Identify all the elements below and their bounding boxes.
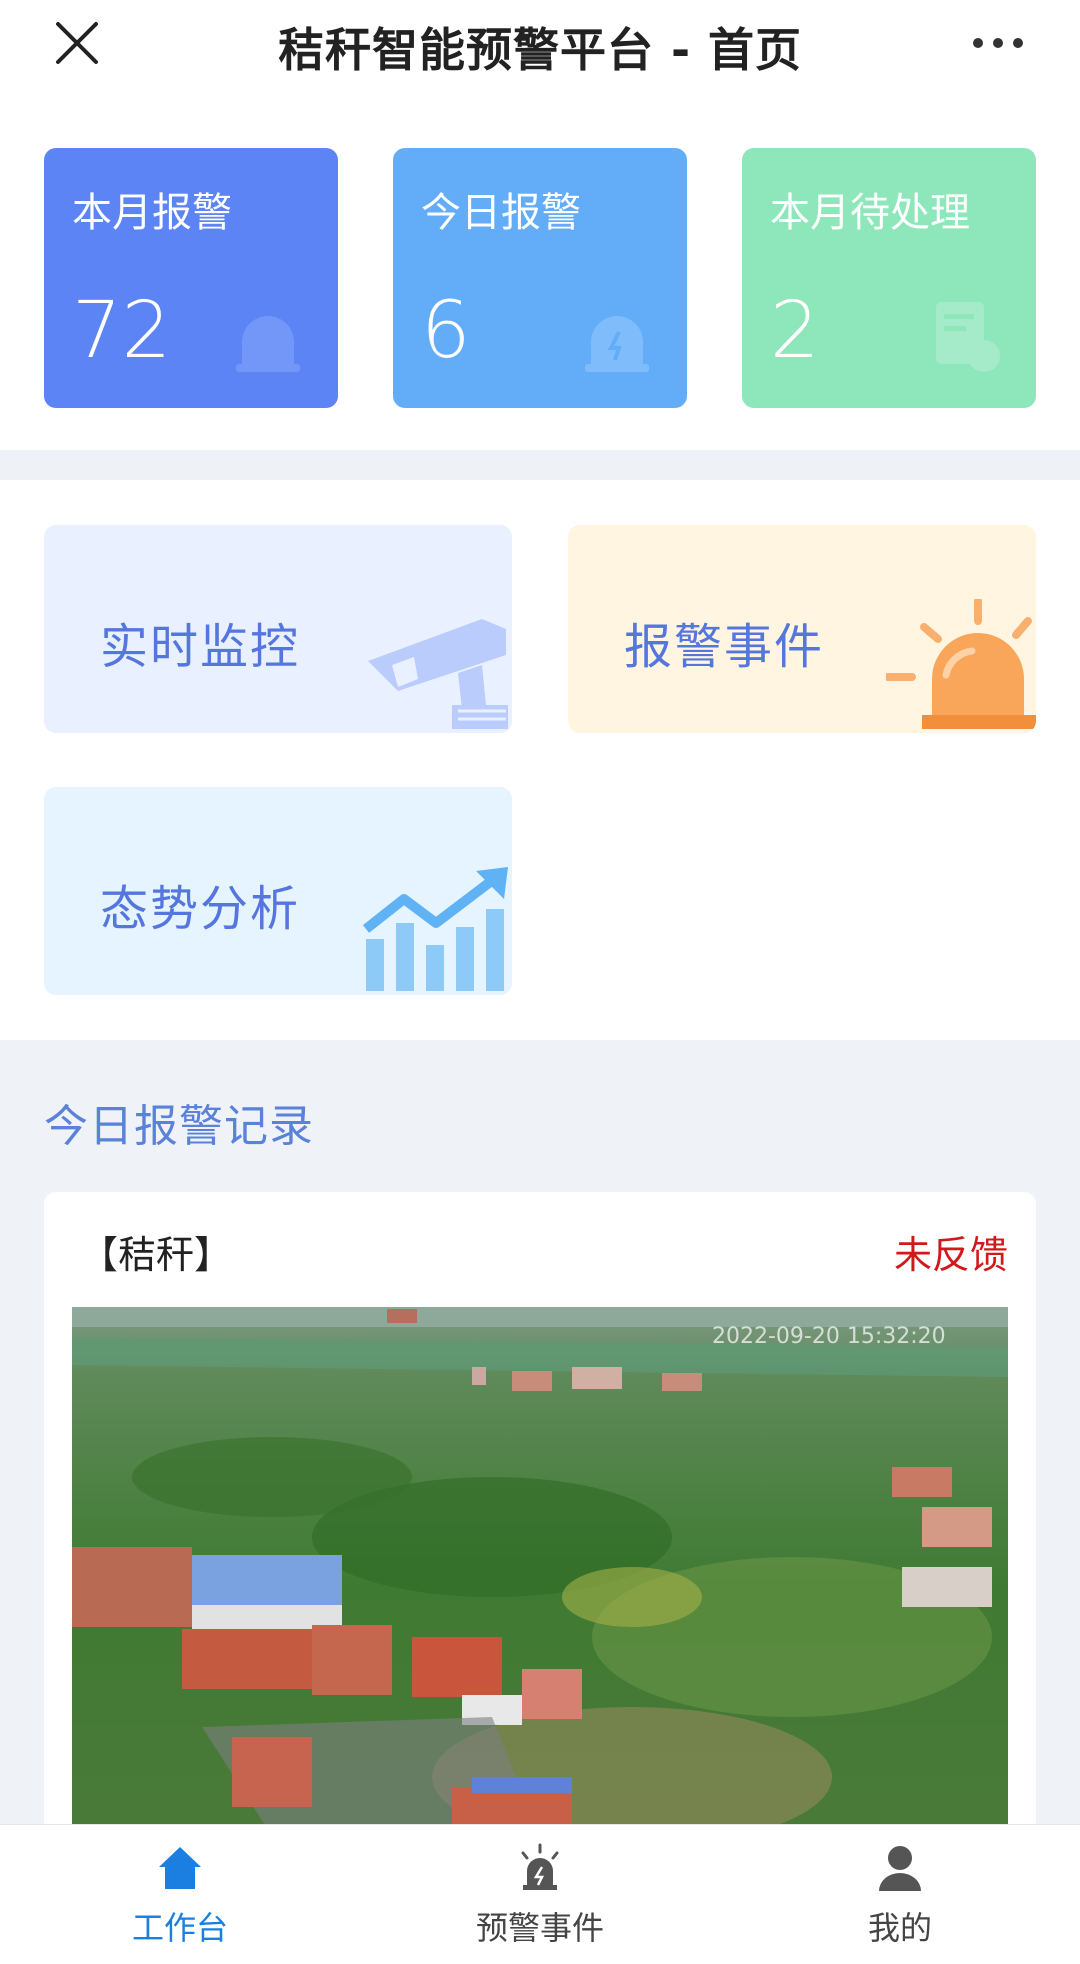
home-icon bbox=[155, 1843, 205, 1893]
stat-card-month-pending[interactable]: 本月待处理 2 bbox=[742, 148, 1036, 408]
section-title: 今日报警记录 bbox=[44, 1101, 314, 1152]
tab-workbench[interactable]: 工作台 bbox=[0, 1825, 360, 1964]
stat-value: 6 bbox=[421, 286, 471, 376]
alarm-records-section: 今日报警记录 【秸秆】 未反馈 2022-09-20 15:32:20 bbox=[0, 1040, 1080, 1824]
record-tag: 【秸秆】 bbox=[80, 1233, 233, 1277]
tile-label: 报警事件 bbox=[624, 619, 825, 675]
tab-label: 预警事件 bbox=[475, 1909, 604, 1947]
tab-mine[interactable]: 我的 bbox=[720, 1825, 1080, 1964]
stat-label: 本月待处理 bbox=[770, 190, 970, 236]
stat-value: 2 bbox=[770, 286, 820, 376]
camera-icon bbox=[362, 609, 512, 733]
quick-actions: 实时监控 报警事件 态势分析 bbox=[0, 480, 1080, 1040]
tile-label: 实时监控 bbox=[100, 619, 301, 675]
user-icon bbox=[875, 1843, 925, 1893]
photo-timestamp: 2022-09-20 15:32:20 bbox=[712, 1324, 946, 1349]
stat-value: 72 bbox=[72, 286, 172, 376]
alarm-record-card[interactable]: 【秸秆】 未反馈 2022-09-20 15:32:20 bbox=[44, 1192, 1036, 1824]
tile-label: 态势分析 bbox=[100, 881, 301, 937]
siren-icon bbox=[577, 298, 657, 378]
more-icon[interactable] bbox=[968, 20, 1028, 66]
tab-label: 工作台 bbox=[131, 1909, 228, 1947]
stat-card-today-alarms[interactable]: 今日报警 6 bbox=[393, 148, 687, 408]
tab-label: 我的 bbox=[867, 1909, 932, 1947]
alarm-icon bbox=[884, 597, 1036, 733]
page-title: 秸秆智能预警平台 - 首页 bbox=[277, 23, 803, 77]
siren-icon bbox=[515, 1843, 565, 1893]
document-icon bbox=[926, 298, 1006, 378]
bottom-tab-bar: 工作台 预警事件 我的 bbox=[0, 1824, 1080, 1964]
chart-icon bbox=[362, 865, 512, 995]
record-status-badge: 未反馈 bbox=[893, 1233, 1008, 1277]
siren-icon bbox=[228, 298, 308, 378]
record-photo[interactable]: 2022-09-20 15:32:20 bbox=[72, 1307, 1008, 1824]
stat-label: 本月报警 bbox=[72, 190, 232, 236]
stat-card-month-alarms[interactable]: 本月报警 72 bbox=[44, 148, 338, 408]
section-divider bbox=[0, 450, 1080, 480]
tile-trend-analysis[interactable]: 态势分析 bbox=[44, 787, 512, 995]
tile-alarm-events[interactable]: 报警事件 bbox=[568, 525, 1036, 733]
tile-realtime-monitor[interactable]: 实时监控 bbox=[44, 525, 512, 733]
tab-warning-events[interactable]: 预警事件 bbox=[360, 1825, 720, 1964]
header-bar: 秸秆智能预警平台 - 首页 bbox=[0, 0, 1080, 88]
stat-label: 今日报警 bbox=[421, 190, 581, 236]
stats-section: 本月报警 72 今日报警 6 本月待处理 2 bbox=[0, 88, 1080, 450]
